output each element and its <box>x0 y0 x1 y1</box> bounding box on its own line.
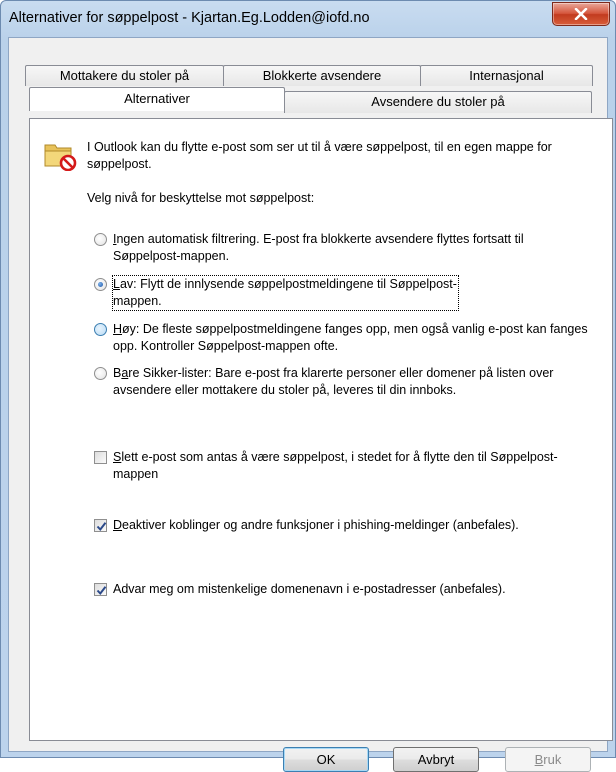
checkbox[interactable] <box>94 451 107 464</box>
tab-label: Internasjonal <box>469 68 544 83</box>
cancel-button-label: Avbryt <box>417 752 455 767</box>
title-bar[interactable]: Alternativer for søppelpost - Kjartan.Eg… <box>1 1 615 37</box>
apply-button[interactable]: Bruk <box>505 747 591 772</box>
radio-button[interactable] <box>94 367 107 380</box>
tab-blocked-senders[interactable]: Blokkerte avsendere <box>223 65 421 86</box>
checkbox-label: Deaktiver koblinger og andre funksjoner … <box>113 518 519 532</box>
tab-label: Avsendere du stoler på <box>371 94 505 109</box>
tab-label: Alternativer <box>124 91 190 106</box>
ok-button[interactable]: OK <box>283 747 369 772</box>
radio-label: Lav: Flytt de innlysende søppelpostmeldi… <box>112 275 459 311</box>
dialog-window: Alternativer for søppelpost - Kjartan.Eg… <box>0 0 616 772</box>
radio-button[interactable] <box>94 323 107 336</box>
checkbox-checked[interactable] <box>94 519 107 532</box>
window-title: Alternativer for søppelpost - Kjartan.Eg… <box>9 10 370 26</box>
ok-button-label: OK <box>316 752 336 767</box>
radio-button-selected[interactable] <box>94 278 107 291</box>
junk-folder-icon <box>44 139 78 174</box>
apply-button-label: Bruk <box>534 752 562 767</box>
tab-international[interactable]: Internasjonal <box>420 65 593 86</box>
checkbox-label: Slett e-post som antas å være søppelpost… <box>113 450 558 481</box>
checkmark-icon <box>96 522 107 532</box>
checkbox-checked[interactable] <box>94 583 107 596</box>
radio-label: Ingen automatisk filtrering. E-post fra … <box>113 232 524 263</box>
close-icon <box>574 8 588 20</box>
options-tab-panel: I Outlook kan du flytte e-post som ser u… <box>29 118 613 741</box>
radio-button[interactable] <box>94 233 107 246</box>
tab-trusted-senders[interactable]: Avsendere du stoler på <box>284 91 592 113</box>
intro-text: I Outlook kan du flytte e-post som ser u… <box>87 140 552 171</box>
close-button[interactable] <box>552 2 610 26</box>
checkmark-icon <box>96 586 107 596</box>
tab-options[interactable]: Alternativer <box>29 87 285 111</box>
checkbox-label: Advar meg om mistenkelige domenenavn i e… <box>113 582 506 596</box>
protection-level-label: Velg nivå for beskyttelse mot søppelpost… <box>87 191 315 205</box>
dialog-client-area: Mottakere du stoler på Blokkerte avsende… <box>8 37 613 772</box>
cancel-button[interactable]: Avbryt <box>393 747 479 772</box>
radio-label: Bare Sikker-lister: Bare e-post fra klar… <box>113 366 554 397</box>
radio-label: Høy: De fleste søppelpostmeldingene fang… <box>113 322 588 353</box>
tab-trusted-recipients[interactable]: Mottakere du stoler på <box>25 65 224 86</box>
tab-label: Blokkerte avsendere <box>262 68 382 83</box>
tab-label: Mottakere du stoler på <box>59 68 190 83</box>
